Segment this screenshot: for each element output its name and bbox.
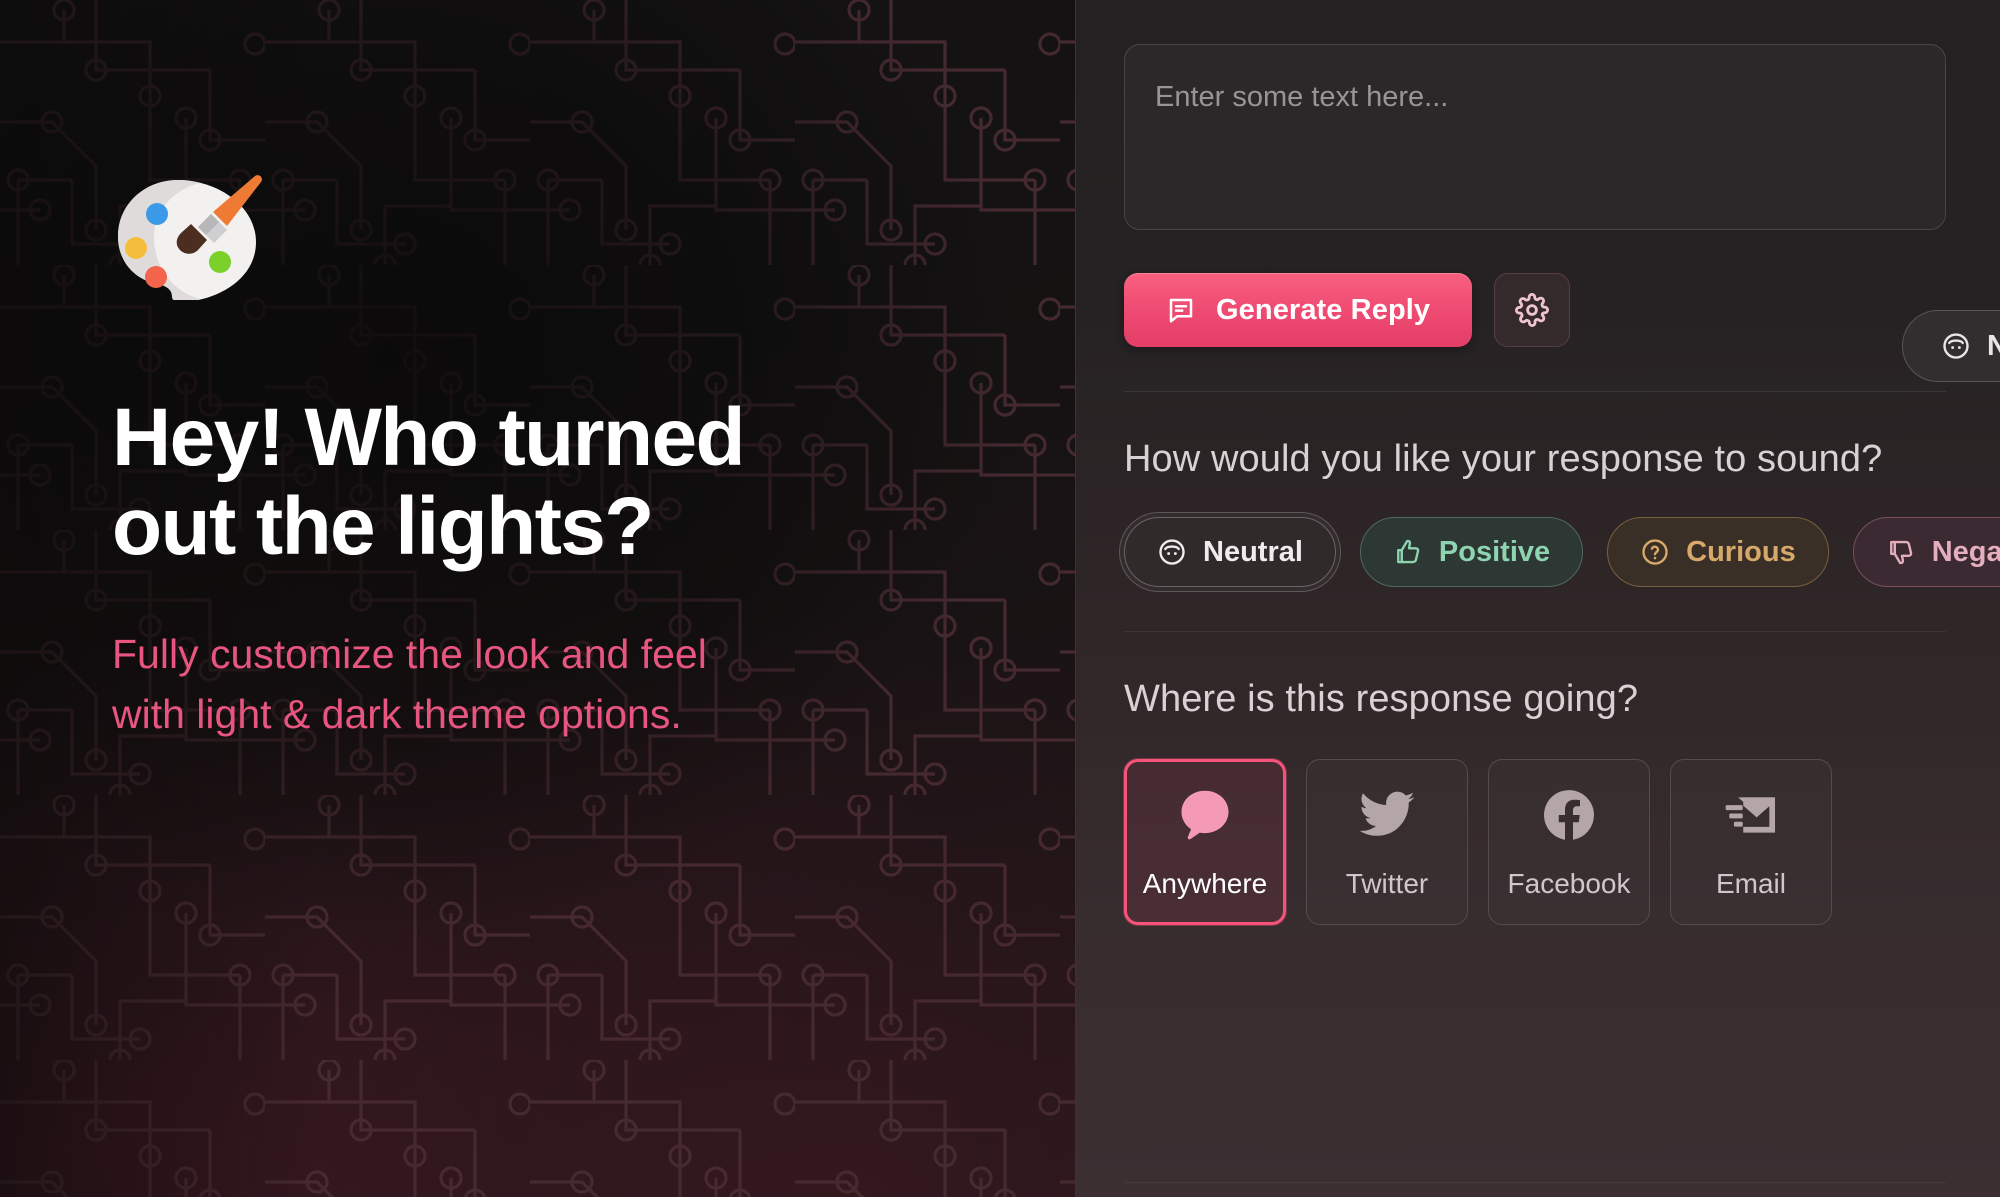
action-button-row: Generate Reply — [1124, 273, 2000, 347]
divider-bottom — [1124, 1182, 1946, 1183]
divider-middle — [1124, 631, 1946, 632]
thumbs-up-icon — [1396, 539, 1420, 564]
speech-bubble-icon — [1174, 784, 1236, 846]
platform-options: Anywhere Twitter Facebook Email — [1124, 759, 2000, 925]
settings-content: Generate Reply Neutral — [1076, 0, 2000, 925]
platform-label: Facebook — [1507, 868, 1631, 899]
platform-option-facebook[interactable]: Facebook — [1488, 759, 1650, 925]
right-settings-panel: Generate Reply Neutral — [1075, 0, 2000, 1197]
tone-label: Negative — [1931, 535, 2000, 568]
message-lines-icon — [1169, 298, 1193, 323]
app-screen: Hey! Who turned out the lights? Fully cu… — [0, 0, 2000, 1197]
tone-label: Positive — [1438, 535, 1551, 568]
question-mark-icon — [1642, 539, 1668, 565]
artist-palette-emoji-icon — [118, 175, 262, 300]
settings-button[interactable] — [1494, 273, 1571, 347]
twitter-bird-icon — [1357, 784, 1417, 846]
gear-icon — [1515, 293, 1550, 327]
tone-options: Neutral Positive Curious Nega — [1124, 517, 2000, 587]
email-send-icon — [1720, 784, 1782, 846]
neutral-face-icon — [1159, 539, 1185, 565]
headline-line-2: out the lights? — [112, 480, 654, 572]
headline-line-1: Hey! Who turned — [112, 392, 746, 483]
platform-option-twitter[interactable]: Twitter — [1306, 759, 1468, 925]
tone-option-curious[interactable]: Curious — [1607, 517, 1829, 587]
floating-neutral-pill[interactable]: Neutral — [1902, 310, 2000, 382]
platform-option-email[interactable]: Email — [1670, 759, 1832, 925]
platform-label: Email — [1715, 868, 1786, 899]
generate-reply-label: Generate Reply — [1216, 293, 1431, 326]
generate-reply-button[interactable]: Generate Reply — [1124, 273, 1473, 347]
subtitle-line-1: Fully customize the look and feel — [112, 631, 707, 678]
tone-label: Curious — [1686, 535, 1796, 568]
neutral-face-icon — [1943, 333, 1969, 359]
hero-content: Hey! Who turned out the lights? Fully cu… — [0, 0, 1075, 744]
platform-section-title: Where is this response going? — [1124, 678, 1639, 720]
thumbs-down-icon — [1889, 540, 1912, 565]
subtitle-line-2: with light & dark theme options. — [112, 690, 682, 737]
platform-option-anywhere[interactable]: Anywhere — [1124, 759, 1286, 925]
tone-option-negative[interactable]: Negative — [1852, 517, 2000, 587]
page-title: Hey! Who turned out the lights? — [112, 392, 872, 572]
left-hero-panel: Hey! Who turned out the lights? Fully cu… — [0, 0, 1075, 1197]
tone-label: Neutral — [1203, 535, 1303, 568]
page-subtitle: Fully customize the look and feel with l… — [112, 625, 812, 744]
tone-option-positive[interactable]: Positive — [1359, 517, 1584, 587]
platform-label: Anywhere — [1142, 868, 1268, 899]
platform-label: Twitter — [1345, 868, 1429, 899]
facebook-f-icon — [1539, 784, 1599, 846]
divider-top — [1124, 391, 1946, 392]
tone-section-title: How would you like your response to soun… — [1124, 438, 1883, 480]
floating-pill-label: Neutral — [1987, 330, 2000, 363]
tone-option-neutral[interactable]: Neutral — [1124, 517, 1336, 587]
text-input[interactable] — [1124, 44, 1946, 230]
